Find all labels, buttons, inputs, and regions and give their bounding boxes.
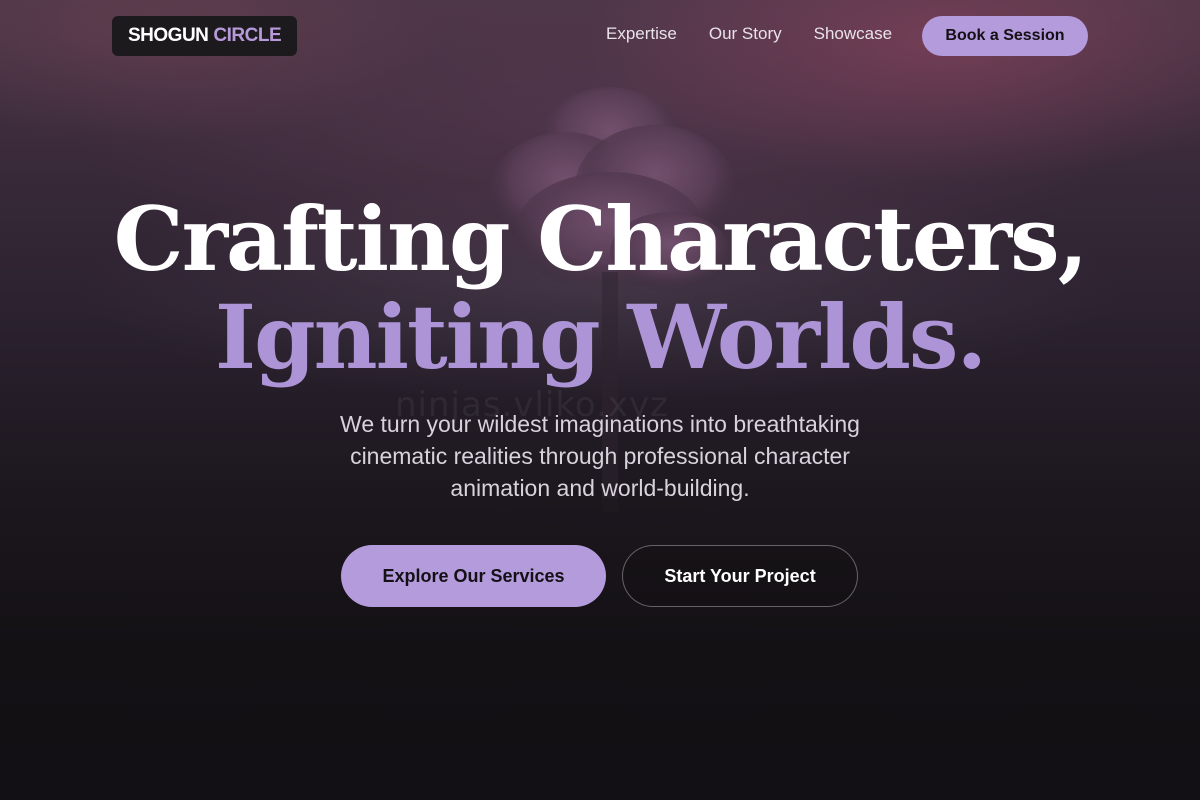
brand-logo[interactable]: SHOGUN CIRCLE	[112, 16, 298, 56]
hero-title-line-2: Igniting Worlds.	[214, 285, 987, 389]
nav-link-showcase[interactable]: Showcase	[814, 24, 892, 44]
explore-services-button[interactable]: Explore Our Services	[341, 545, 606, 607]
book-session-button[interactable]: Book a Session	[922, 16, 1088, 56]
landing-page: ninjas.vliko.xyz SHOGUN CIRCLE Expertise…	[0, 0, 1200, 800]
nav-link-our-story[interactable]: Our Story	[709, 24, 782, 44]
logo-text-primary: SHOGUN	[128, 25, 209, 46]
site-header: SHOGUN CIRCLE Expertise Our Story Showca…	[0, 0, 1200, 72]
hero-subtitle: We turn your wildest imaginations into b…	[340, 411, 860, 501]
hero-title: Crafting Characters, Igniting Worlds.	[0, 190, 1200, 386]
hero-title-line-1: Crafting Characters,	[113, 187, 1089, 291]
nav-link-expertise[interactable]: Expertise	[606, 24, 677, 44]
logo-text-accent: CIRCLE	[213, 25, 282, 46]
main-nav: Expertise Our Story Showcase	[606, 24, 892, 44]
start-project-button[interactable]: Start Your Project	[622, 545, 858, 607]
